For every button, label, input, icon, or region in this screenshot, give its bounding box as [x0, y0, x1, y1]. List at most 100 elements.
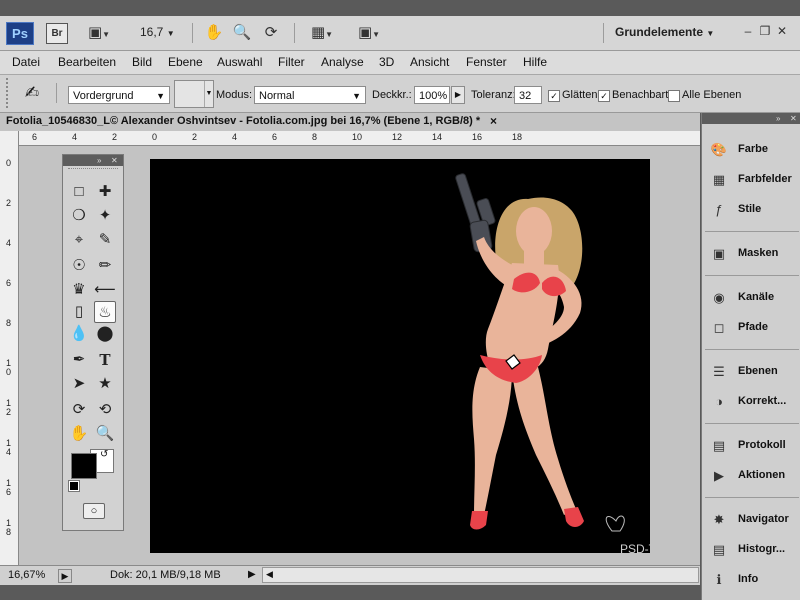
restore-icon[interactable]: ❐: [758, 24, 772, 38]
options-bar: ✍ Vordergrund ▼ ▼ Modus: Normal ▼ Deckkr.:…: [0, 75, 800, 113]
status-zoom[interactable]: 16,67%: [8, 569, 45, 581]
menu-bild[interactable]: Bild: [132, 55, 152, 69]
document-tab[interactable]: Fotolia_10546830_L© Alexander Oshvintsev…: [0, 113, 700, 132]
panel-kanäle[interactable]: ◉ Kanäle: [710, 287, 800, 309]
panel-aktionen[interactable]: ▶ Aktionen: [710, 465, 800, 487]
channels-icon: ◉: [713, 290, 725, 305]
tools-panel-header[interactable]: » ✕: [63, 155, 123, 166]
film-icon[interactable]: ▣▼: [84, 24, 114, 42]
color-icon: 🎨: [710, 142, 728, 157]
minimize-icon[interactable]: –: [741, 24, 755, 38]
menu-datei[interactable]: Datei: [12, 55, 40, 69]
custom-shape-tool-icon[interactable]: ★: [94, 373, 116, 395]
hand-tool-icon[interactable]: ✋: [68, 423, 90, 445]
clone-stamp-tool-icon[interactable]: ♛: [68, 279, 90, 301]
screen-mode-icon[interactable]: ▣▼: [352, 24, 386, 42]
panel-farbe[interactable]: 🎨 Farbe: [710, 139, 800, 161]
bridge-button[interactable]: Br: [46, 23, 68, 44]
paint-bucket-tool-preset-icon[interactable]: ✍: [18, 81, 46, 105]
tolerance-field[interactable]: 32: [514, 86, 542, 104]
path-selection-tool-icon[interactable]: ➤: [68, 373, 90, 395]
all-layers-checkbox[interactable]: [668, 90, 680, 102]
panel-farbfelder[interactable]: ▦ Farbfelder: [710, 169, 800, 191]
type-tool-icon[interactable]: T: [94, 349, 116, 371]
smooth-checkbox[interactable]: ✓: [548, 90, 560, 102]
panel-navigator[interactable]: ✸ Navigator: [710, 509, 800, 531]
panel-korrekt[interactable]: ◑ Korrekt...: [710, 391, 800, 413]
menu-analyse[interactable]: Analyse: [321, 55, 364, 69]
ruler-label: 2: [192, 132, 198, 142]
zoom-tool-icon[interactable]: 🔍: [94, 423, 116, 445]
arrange-icon[interactable]: ▦▼: [305, 24, 339, 42]
opacity-slider-button[interactable]: ▶: [451, 86, 465, 104]
contiguous-checkbox[interactable]: ✓: [598, 90, 610, 102]
tools-grip[interactable]: [68, 168, 118, 174]
menu-ansicht[interactable]: Ansicht: [410, 55, 449, 69]
panel-pfade[interactable]: ◻ Pfade: [710, 317, 800, 339]
horizontal-scrollbar[interactable]: ◀: [262, 567, 699, 583]
menu-auswahl[interactable]: Auswahl: [217, 55, 262, 69]
fill-source-select[interactable]: Vordergrund ▼: [68, 86, 170, 104]
ruler-label: 16: [472, 132, 483, 142]
options-grip[interactable]: [6, 78, 14, 108]
menu-bar: Datei Bearbeiten Bild Ebene Auswahl Filt…: [0, 51, 800, 75]
menu-fenster[interactable]: Fenster: [466, 55, 507, 69]
menu-filter[interactable]: Filter: [278, 55, 305, 69]
brush-tool-icon[interactable]: ✏: [94, 255, 116, 277]
document-image[interactable]: PSD-Tutorials.de: [150, 159, 650, 553]
panel-divider: [705, 423, 799, 424]
divider: [603, 23, 604, 43]
panel-divider: [705, 275, 799, 276]
status-preview-icon[interactable]: ▶: [58, 569, 72, 583]
menu-3d[interactable]: 3D: [379, 55, 394, 69]
panel-masken[interactable]: ▣ Masken: [710, 243, 800, 265]
paint-bucket-tool-icon[interactable]: ♨: [94, 301, 116, 323]
swap-colors-icon[interactable]: ↺: [100, 449, 108, 460]
rotate-view-icon[interactable]: ⟳: [261, 24, 281, 42]
magic-wand-tool-icon[interactable]: ✦: [94, 205, 116, 227]
dodge-tool-icon[interactable]: ⬤: [94, 323, 116, 345]
foreground-color-swatch[interactable]: [71, 453, 97, 479]
panel-protokoll[interactable]: ▤ Protokoll: [710, 435, 800, 457]
panel-stile[interactable]: ƒ Stile: [710, 199, 800, 221]
pen-tool-icon[interactable]: ✒: [68, 349, 90, 371]
horizontal-ruler[interactable]: 6 4 2 0 2 4 6 8 10 12 14 16 18: [18, 131, 700, 146]
panel-ebenen[interactable]: ☰ Ebenen: [710, 361, 800, 383]
eyedropper-tool-icon[interactable]: ✎: [94, 229, 116, 251]
3d-rotate-tool-icon[interactable]: ⟳: [68, 399, 90, 421]
eraser-tool-icon[interactable]: ▯: [68, 301, 90, 323]
zoom-level[interactable]: 16,7 ▼: [140, 25, 175, 39]
crop-tool-icon[interactable]: ⌖: [68, 229, 90, 251]
tools-panel: » ✕ □ ✚ ❍ ✦ ⌖ ✎ ☉ ✏ ♛ ⟵ ▯ ♨ 💧 ⬤ ✒ T ➤ ★ ⟳…: [62, 154, 124, 531]
status-menu-icon[interactable]: ▶: [248, 569, 256, 580]
blend-mode-select[interactable]: Normal ▼: [254, 86, 366, 104]
pattern-picker[interactable]: ▼: [174, 80, 214, 108]
ruler-label: 1 4: [6, 438, 12, 457]
spot-healing-tool-icon[interactable]: ☉: [68, 255, 90, 277]
close-icon[interactable]: ✕: [775, 24, 789, 38]
history-brush-tool-icon[interactable]: ⟵: [94, 279, 116, 301]
zoom-icon[interactable]: 🔍: [232, 24, 252, 42]
workspace-switcher[interactable]: Grundelemente ▼: [615, 25, 714, 39]
menu-bearbeiten[interactable]: Bearbeiten: [58, 55, 116, 69]
marquee-tool-icon[interactable]: □: [68, 181, 90, 203]
blur-tool-icon[interactable]: 💧: [68, 323, 90, 345]
panel-divider: [705, 497, 799, 498]
panel-info[interactable]: ℹ Info: [710, 569, 800, 591]
move-tool-icon[interactable]: ✚: [94, 181, 116, 203]
menu-ebene[interactable]: Ebene: [168, 55, 203, 69]
3d-orbit-tool-icon[interactable]: ⟲: [94, 399, 116, 421]
ruler-label: 1 2: [6, 398, 12, 417]
default-colors-icon[interactable]: [68, 480, 80, 492]
close-document-icon[interactable]: ×: [490, 114, 497, 128]
vertical-ruler[interactable]: 0 2 4 6 8 1 0 1 2 1 4 1 6 1 8: [0, 131, 19, 565]
lasso-tool-icon[interactable]: ❍: [68, 205, 90, 227]
opacity-field[interactable]: 100%: [414, 86, 450, 104]
dock-header[interactable]: » ✕: [702, 113, 800, 124]
menu-hilfe[interactable]: Hilfe: [523, 55, 547, 69]
mode-label: Modus:: [216, 89, 253, 101]
panel-histogr[interactable]: ▤ Histogr...: [710, 539, 800, 561]
document-title: Fotolia_10546830_L© Alexander Oshvintsev…: [6, 115, 481, 127]
quick-mask-icon[interactable]: ○: [83, 503, 105, 519]
hand-icon[interactable]: ✋: [204, 24, 224, 42]
